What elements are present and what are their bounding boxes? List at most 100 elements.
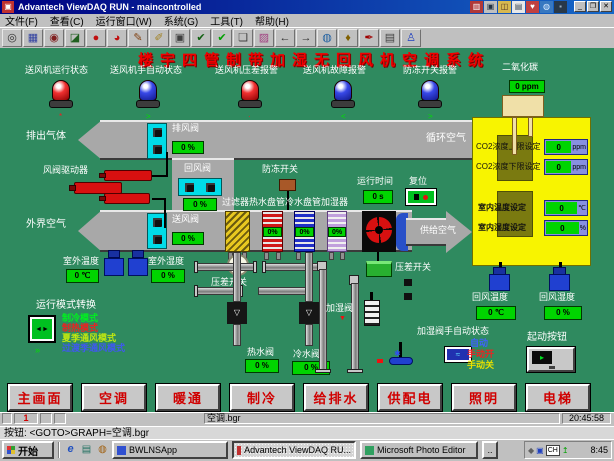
snapshot-icon[interactable]: ▣ [170, 29, 190, 47]
marker-icon[interactable]: ✒ [359, 29, 379, 47]
status-cell [54, 413, 66, 424]
application-window: ▣ Advantech ViewDAQ RUN - maincontrolled… [0, 0, 614, 461]
display-icon[interactable]: ▪ [554, 1, 567, 13]
exhaust-damper[interactable] [147, 123, 167, 159]
nav-hvac-ac[interactable]: 空调 [82, 384, 146, 411]
return-temp-label: 回风温度 [472, 293, 508, 302]
zoom-icon[interactable]: ◎ [2, 29, 22, 47]
tag-icon[interactable]: ❏ [233, 29, 253, 47]
pipe-segment [265, 263, 323, 271]
actuator-nose [99, 196, 106, 201]
mode-switch-button[interactable]: ◄► [28, 315, 56, 343]
taskbar-divider [58, 442, 60, 458]
start-menu-button[interactable]: 开始 [2, 441, 54, 459]
heart-icon[interactable]: ♥ [526, 1, 539, 13]
humidify-valve[interactable] [364, 300, 380, 326]
user-icon[interactable]: ♙ [401, 29, 421, 47]
calculator-icon[interactable]: ▦ [23, 29, 43, 47]
return-damper[interactable] [178, 178, 222, 196]
restore-button[interactable]: ❐ [587, 1, 599, 12]
fan-fault-lamp [331, 80, 355, 110]
nav-water-drainage[interactable]: 给排水 [304, 384, 368, 411]
start-button[interactable]: ▸ [527, 347, 575, 372]
trend-icon[interactable]: ◪ [65, 29, 85, 47]
pipe-cap [194, 261, 198, 273]
pen-icon[interactable]: ✎ [128, 29, 148, 47]
humid-manual-off-label: 手动关 [467, 361, 494, 370]
reset-button[interactable] [406, 189, 436, 205]
nav-main-screen[interactable]: 主画面 [8, 384, 72, 411]
titlebar[interactable]: ▣ Advantech ViewDAQ RUN - maincontrolled… [0, 0, 614, 14]
app-grid-icon[interactable]: ▥ [470, 1, 483, 13]
room-temp-setpoint[interactable]: 0 ℃ [544, 200, 588, 216]
damper-actuator [104, 193, 150, 204]
minimize-button[interactable]: _ [574, 1, 586, 12]
alarm-ball-icon[interactable]: ● [86, 29, 106, 47]
menu-view[interactable]: 查看(C) [50, 13, 84, 28]
nav-refrigeration[interactable]: 制冷 [230, 384, 294, 411]
nav-heating-vent[interactable]: 暖通 [156, 384, 220, 411]
edit-icon[interactable]: ✐ [149, 29, 169, 47]
back-icon[interactable]: ← [275, 29, 295, 47]
task-label: BWLNSApp [129, 445, 177, 455]
damper-blade-icon [153, 128, 162, 137]
network-icon[interactable]: ◍ [317, 29, 337, 47]
room-humidity-setpoint[interactable]: 0 % [544, 220, 588, 236]
setpoint-unit: ℃ [578, 205, 586, 212]
task-button-photo-editor[interactable]: Microsoft Photo Editor [360, 441, 478, 459]
menu-system[interactable]: 系统(G) [164, 13, 198, 28]
ime-indicator[interactable]: CH [546, 445, 560, 456]
monitor-icon[interactable]: ▣ [484, 1, 497, 13]
units-label: 过滤器热水盘管冷水盘管加湿器 [222, 198, 348, 207]
task-icon [117, 446, 126, 455]
sensor-cap [108, 250, 120, 258]
indicator-label-fan-pressure-alarm: 送风机压差报警 [215, 66, 278, 75]
menu-file[interactable]: 文件(F) [5, 13, 38, 28]
mode-switch-glyph-icon: ◄► [32, 319, 52, 339]
ack-icon[interactable]: ✔ [191, 29, 211, 47]
bag-icon[interactable]: ♦ [338, 29, 358, 47]
channels-icon[interactable]: ◍ [96, 443, 109, 456]
co2-low-setpoint[interactable]: 0 ppm [544, 159, 588, 175]
globe-icon[interactable]: ◍ [540, 1, 553, 13]
palette-icon[interactable]: ▨ [254, 29, 274, 47]
mode-switch-frame: ◄► [30, 317, 54, 341]
nav-lighting[interactable]: 照明 [452, 384, 516, 411]
menu-run-window[interactable]: 运行窗口(W) [96, 13, 152, 28]
unit-leg [264, 252, 269, 260]
co2-low-setpoint-label: CO2浓度下限设定 [476, 163, 540, 171]
desktop-icon[interactable]: ▤ [80, 443, 93, 456]
task-button-bwlnsapp[interactable]: BWLNSApp [112, 441, 228, 459]
unit-leg [329, 252, 334, 260]
hot-water-valve[interactable]: ▽ [227, 302, 247, 324]
ie-icon[interactable]: e [64, 443, 77, 456]
lamp-dome [241, 80, 259, 101]
lamp-dome [52, 80, 70, 101]
nav-elevator[interactable]: 电梯 [526, 384, 590, 411]
film-icon[interactable]: ▤ [380, 29, 400, 47]
damper-blade-icon [153, 218, 162, 227]
tray-clock[interactable]: 8:45 [590, 445, 608, 455]
pipe-segment [233, 324, 241, 346]
report-icon[interactable]: ◉ [44, 29, 64, 47]
nav-power-supply[interactable]: 供配电 [378, 384, 442, 411]
menu-help[interactable]: 帮助(H) [255, 13, 289, 28]
picture-icon[interactable]: ▤ [512, 1, 525, 13]
more-tasks-button[interactable]: .. [482, 441, 498, 459]
menu-tools[interactable]: 工具(T) [210, 13, 243, 28]
confirm-icon[interactable]: ✔ [212, 29, 232, 47]
task-icon [237, 446, 241, 455]
updown-icon[interactable]: ↥ [562, 446, 569, 455]
volume-icon[interactable]: ◆ [528, 446, 534, 455]
co2-sensor-leg [528, 117, 533, 137]
message-line: 按钮: <GOTO>GRAPH=空调.bgr [0, 426, 614, 439]
folder-icon[interactable]: ◫ [498, 1, 511, 13]
alarm-ball2-icon[interactable]: ◕ [107, 29, 127, 47]
forward-icon[interactable]: → [296, 29, 316, 47]
cold-water-valve[interactable]: ▽ [299, 302, 319, 324]
close-button[interactable]: ✕ [600, 1, 612, 12]
butterfly-valve[interactable] [389, 357, 413, 365]
network-tray-icon[interactable]: ▣ [536, 446, 544, 455]
co2-high-setpoint[interactable]: 0 ppm [544, 139, 588, 155]
task-button-viewdaq[interactable]: Advantech ViewDAQ RU... [232, 441, 356, 459]
